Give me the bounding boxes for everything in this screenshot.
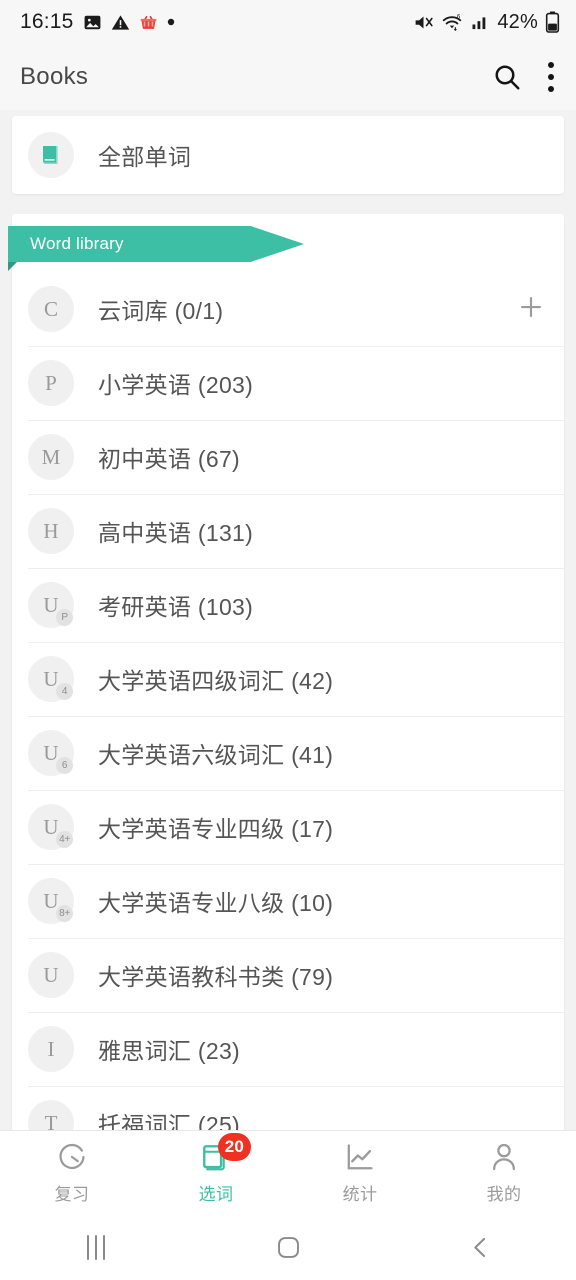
app-bar: Books [0, 44, 576, 110]
avatar-badge: 4 [56, 683, 73, 700]
chart-icon [342, 1140, 378, 1174]
list-item-label: 全部单词 [98, 144, 192, 170]
system-navigation-bar [0, 1214, 576, 1280]
avatar: P [28, 360, 74, 406]
avatar-badge: 8+ [56, 905, 73, 922]
nav-tab-review[interactable]: 复习 [0, 1131, 144, 1214]
avatar: I [28, 1026, 74, 1072]
avatar: U 8+ [28, 878, 74, 924]
word-library-card: Word library C 云词库 (0/1) P 小学英语 (203) M 初中英语 … [8, 214, 564, 1130]
status-bar-left: 16:15 [20, 10, 175, 34]
avatar: U [28, 952, 74, 998]
word-library-list: C 云词库 (0/1) P 小学英语 (203) M 初中英语 (67) H 高中英语 (13… [12, 214, 564, 1130]
list-item[interactable]: C 云词库 (0/1) [12, 272, 564, 346]
signal-bars-icon [470, 12, 490, 32]
nav-tab-statistics[interactable]: 统计 [288, 1131, 432, 1214]
list-item-label: 初中英语 (67) [98, 446, 240, 472]
list-item-label: 大学英语专业八级 (10) [98, 890, 334, 916]
list-item[interactable]: I 雅思词汇 (23) [12, 1012, 564, 1086]
word-library-ribbon-label: Word library [30, 234, 124, 253]
avatar: U4 [28, 656, 74, 702]
avatar [28, 132, 74, 178]
word-library-ribbon: Word library [8, 226, 304, 262]
avatar: T [28, 1100, 74, 1130]
back-icon[interactable] [384, 1234, 576, 1261]
list-item[interactable]: H 高中英语 (131) [12, 494, 564, 568]
search-icon[interactable] [492, 62, 522, 92]
mute-icon [413, 12, 434, 33]
list-item-label: 大学英语专业四级 (17) [98, 816, 334, 842]
shopping-basket-icon [139, 13, 158, 32]
list-item-label: 大学英语教科书类 (79) [98, 964, 334, 990]
nav-tab-label: 统计 [342, 1185, 378, 1204]
status-bar: 16:15 6 42% [0, 0, 576, 44]
warning-icon [111, 13, 130, 32]
bottom-navigation: 复习 20 选词 统计 我的 [0, 1130, 576, 1214]
avatar-badge: P [56, 609, 73, 626]
list-item-label: 云词库 (0/1) [98, 298, 224, 324]
list-item-label: 高中英语 (131) [98, 520, 254, 546]
avatar-badge: 4+ [56, 831, 73, 848]
list-item[interactable]: U 大学英语教科书类 (79) [12, 938, 564, 1012]
book-icon [39, 143, 63, 167]
add-icon[interactable] [516, 292, 546, 327]
list-item[interactable]: T 托福词汇 (25) [12, 1086, 564, 1130]
photo-icon [83, 13, 102, 32]
avatar-letter: U [43, 962, 59, 987]
avatar-letter: C [43, 296, 58, 321]
battery-percent-label: 42% [497, 10, 538, 33]
person-icon [486, 1140, 522, 1174]
avatar: C [28, 286, 74, 332]
nav-tab-label: 复习 [54, 1185, 90, 1204]
svg-text:6: 6 [457, 13, 461, 20]
status-bar-right: 6 42% [413, 11, 560, 34]
avatar: U6 [28, 730, 74, 776]
status-bar-clock: 16:15 [20, 10, 74, 33]
list-item[interactable]: U 8+ 大学英语专业八级 (10) [12, 864, 564, 938]
list-item-all-words[interactable]: 全部单词 [12, 116, 564, 194]
nav-badge: 20 [217, 1133, 251, 1161]
all-words-card[interactable]: 全部单词 [12, 116, 564, 194]
list-item-label: 大学英语四级词汇 (42) [98, 668, 334, 694]
list-item[interactable]: U 6 大学英语六级词汇 (41) [12, 716, 564, 790]
list-item-label: 雅思词汇 (23) [98, 1038, 240, 1064]
list-item[interactable]: U P 考研英语 (103) [12, 568, 564, 642]
dot-icon [167, 18, 175, 26]
avatar: U 4+ [28, 804, 74, 850]
list-item[interactable]: U 4+ 大学英语专业四级 (17) [12, 790, 564, 864]
avatar: UP [28, 582, 74, 628]
list-item[interactable]: P 小学英语 (203) [12, 346, 564, 420]
avatar: M [28, 434, 74, 480]
list-item-label: 小学英语 (203) [98, 372, 254, 398]
nav-tab-label: 我的 [486, 1185, 522, 1204]
nav-tab-select-words[interactable]: 20 选词 [144, 1131, 288, 1214]
overflow-menu-icon[interactable] [548, 62, 554, 92]
app-bar-actions [492, 62, 554, 92]
list-item-label: 考研英语 (103) [98, 594, 254, 620]
list-item[interactable]: U 4 大学英语四级词汇 (42) [12, 642, 564, 716]
avatar-letter: I [47, 1036, 55, 1061]
avatar-letter: H [43, 518, 59, 543]
content-scroll-area[interactable]: 全部单词 Word library C 云词库 (0/1) P 小学英语 (203) M… [0, 110, 576, 1130]
book-icon: 20 [198, 1133, 251, 1174]
home-icon[interactable] [192, 1234, 384, 1261]
avatar: H [28, 508, 74, 554]
avatar-letter: T [44, 1110, 58, 1131]
recents-icon[interactable] [0, 1234, 192, 1260]
nav-tab-profile[interactable]: 我的 [432, 1131, 576, 1214]
nav-tab-label: 选词 [198, 1185, 234, 1204]
avatar-letter: P [45, 370, 57, 395]
wifi-6-icon: 6 [441, 12, 463, 33]
list-item[interactable]: M 初中英语 (67) [12, 420, 564, 494]
list-item-label: 大学英语六级词汇 (41) [98, 742, 334, 768]
page-title: Books [20, 63, 89, 90]
avatar-letter: M [41, 444, 61, 469]
clock-icon [54, 1140, 90, 1174]
avatar-badge: 6 [56, 757, 73, 774]
list-item-label: 托福词汇 (25) [98, 1112, 240, 1130]
battery-icon [545, 11, 560, 33]
